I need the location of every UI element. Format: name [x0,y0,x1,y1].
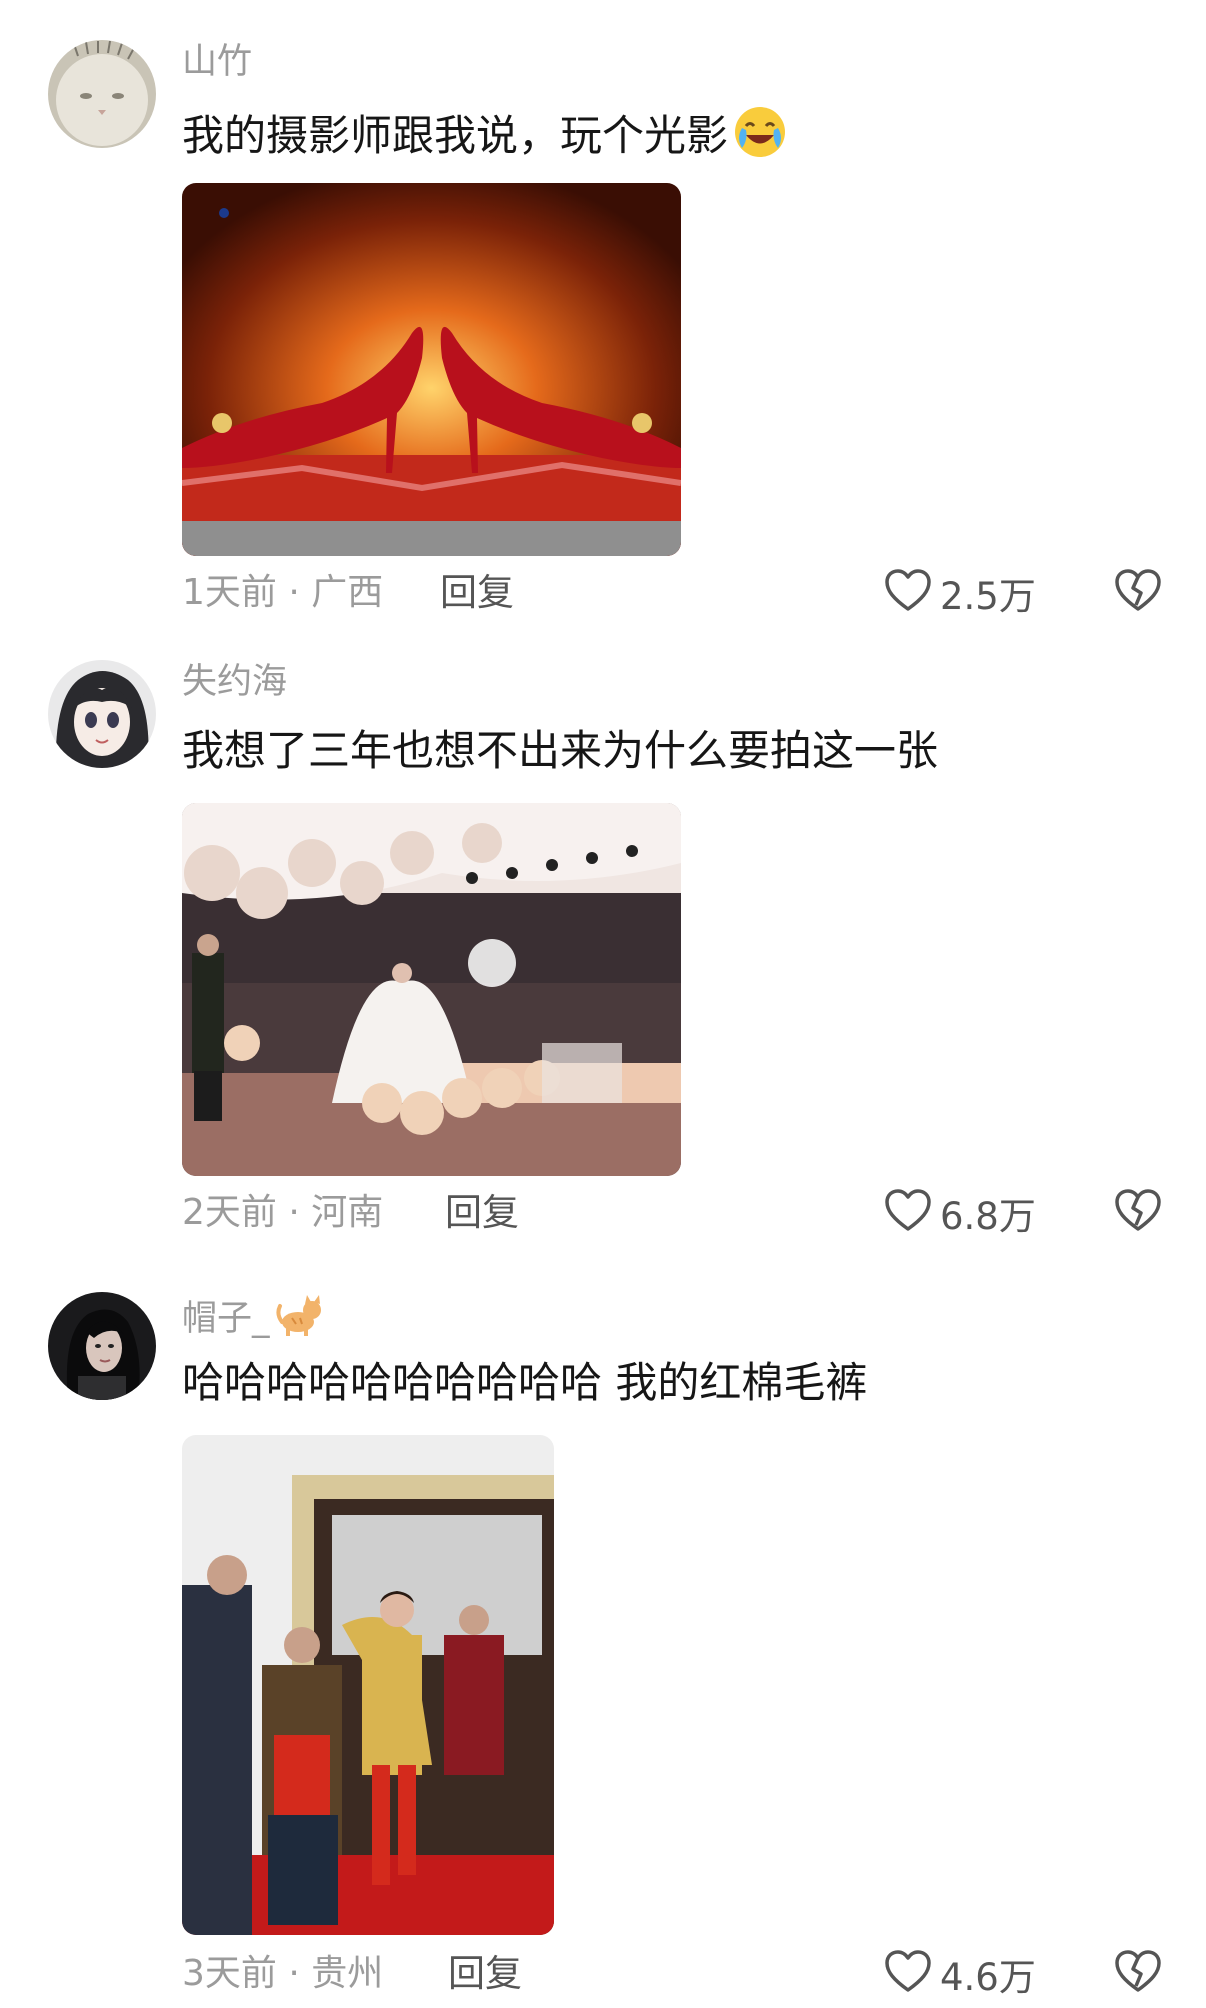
comment-text-content: 我的摄影师跟我说，玩个光影 [182,111,729,160]
username[interactable]: 山竹 [182,40,252,84]
username-text: 帽子_ [182,1299,270,1339]
like-count: 2.5万 [940,575,1036,618]
avatar[interactable] [48,1292,156,1400]
like-count: 4.6万 [940,1956,1036,1999]
dislike-button[interactable] [1112,1946,1164,2002]
dislike-button[interactable] [1112,1185,1164,1241]
dislike-button[interactable] [1112,565,1164,621]
comment-time-location: 3天前 · 贵州 [182,1953,384,1994]
reply-button[interactable]: 回复 [448,1952,522,1996]
heart-icon [884,1189,932,1237]
like-button[interactable]: 6.8万 [884,1185,1036,1241]
heart-icon [884,1950,932,1998]
broken-heart-icon [1114,569,1162,617]
reply-button[interactable]: 回复 [445,1191,519,1235]
avatar[interactable] [48,40,156,148]
broken-heart-icon [1114,1189,1162,1237]
comment-time-location: 1天前 · 广西 [182,572,384,613]
comment-item: 失约海 我想了三年也想不出来为什么要拍这一张 2天前 · 河南 回复 6.8万 [0,620,1206,1240]
crying-laughing-emoji-icon [732,104,788,173]
comment-image-red-heels[interactable] [182,183,681,556]
like-button[interactable]: 2.5万 [884,565,1036,621]
comment-text: 哈哈哈哈哈哈哈哈哈哈 我的红棉毛裤 [182,1358,868,1407]
comment-text: 我的摄影师跟我说，玩个光影 [182,104,788,173]
username[interactable]: 失约海 [182,660,287,704]
broken-heart-icon [1114,1950,1162,1998]
comment-text: 我想了三年也想不出来为什么要拍这一张 [182,726,939,775]
comment-image-bride-doorway[interactable] [182,1435,554,1935]
comment-image-wedding-hall[interactable] [182,803,681,1176]
like-count: 6.8万 [940,1195,1036,1238]
heart-icon [884,569,932,617]
cat-emoji-icon [274,1292,324,1349]
comment-item: 帽子_ 哈哈哈哈哈哈哈哈哈哈 我的红棉毛裤 3天前 · 贵州 回复 4.6万 [0,1252,1206,2008]
comment-item: 山竹 我的摄影师跟我说，玩个光影 1天前 · 广西 回复 2.5万 [0,0,1206,620]
username[interactable]: 帽子_ [182,1292,324,1349]
avatar[interactable] [48,660,156,768]
comment-time-location: 2天前 · 河南 [182,1192,384,1233]
like-button[interactable]: 4.6万 [884,1946,1036,2002]
reply-button[interactable]: 回复 [440,571,514,615]
